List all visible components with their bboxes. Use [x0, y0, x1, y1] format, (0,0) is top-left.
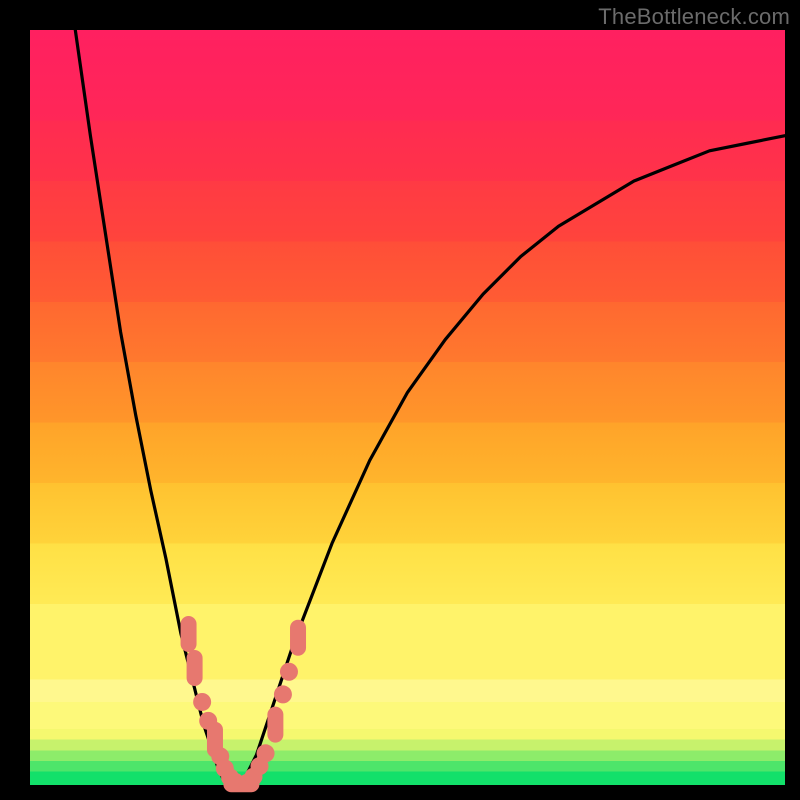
chart-svg [30, 30, 785, 785]
data-marker [181, 616, 197, 652]
marker-layer [181, 616, 306, 792]
curve-layer [75, 30, 785, 785]
curve-left-branch [75, 30, 226, 785]
curve-right-branch [241, 136, 785, 785]
chart-frame: TheBottleneck.com [0, 0, 800, 800]
watermark-text: TheBottleneck.com [598, 4, 790, 30]
data-marker [274, 685, 292, 703]
data-marker [290, 620, 306, 656]
data-marker [187, 650, 203, 686]
data-marker [267, 707, 283, 743]
data-marker [257, 744, 275, 762]
data-marker [280, 663, 298, 681]
data-marker [193, 693, 211, 711]
